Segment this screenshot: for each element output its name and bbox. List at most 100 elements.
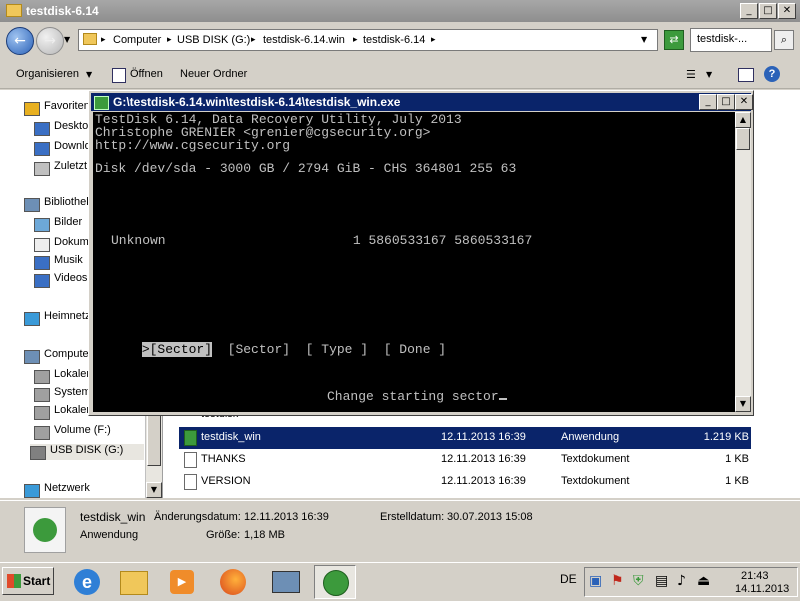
address-bar[interactable]: ▸ Computer ▸ USB DISK (G:) ▸ testdisk-6.… <box>78 29 658 51</box>
open-button[interactable]: Öffnen <box>130 68 163 80</box>
forward-button[interactable]: → <box>36 27 64 55</box>
file-size: 1 KB <box>725 475 749 487</box>
scroll-down-button[interactable]: ▼ <box>146 482 162 498</box>
file-row-testdisk-win[interactable]: testdisk_win 12.11.2013 16:39 Anwendung … <box>179 427 751 449</box>
nav-item[interactable]: Netzwerk <box>24 482 145 498</box>
address-dropdown-icon[interactable]: ▼ <box>641 35 647 44</box>
taskbar-explorer-button[interactable] <box>112 565 154 599</box>
shield-icon[interactable]: ⛨ <box>633 573 644 589</box>
console-menu: >[Sector] [Sector] [ Type ] [ Done ] <box>95 330 446 369</box>
search-placeholder: testdisk-... <box>697 33 748 45</box>
computer-network-icon <box>272 571 300 593</box>
documents-icon <box>34 238 50 252</box>
history-dropdown-icon[interactable]: ▼ <box>64 35 70 44</box>
chevron-down-icon[interactable]: ▼ <box>86 70 92 79</box>
network-icon <box>24 484 40 498</box>
clock-date[interactable]: 14.11.2013 <box>735 583 789 595</box>
file-size: 1 KB <box>725 453 749 465</box>
taskbar-firefox-button[interactable] <box>212 565 254 599</box>
chevron-right-icon[interactable]: ▸ <box>353 35 358 45</box>
minimize-button[interactable]: _ <box>740 3 758 19</box>
new-folder-button[interactable]: Neuer Ordner <box>180 68 247 80</box>
drive-icon <box>34 406 50 420</box>
chevron-right-icon[interactable]: ▸ <box>101 35 106 45</box>
chevron-right-icon[interactable]: ▸ <box>431 35 436 45</box>
menu-type[interactable]: [ Type ] <box>306 342 368 357</box>
maximize-button[interactable]: □ <box>759 3 777 19</box>
taskbar: Start e ▶ DE ▣ ⚑ ⛨ ▤ ♪ ⏏ 21:43 14.11.201… <box>0 562 800 601</box>
menu-sector[interactable]: [Sector] <box>228 342 290 357</box>
details-created: 30.07.2013 15:08 <box>447 511 533 523</box>
security-alert-icon[interactable]: ⚑ <box>611 573 624 589</box>
explorer-titlebar[interactable]: testdisk-6.14 _ □ ✕ <box>0 0 800 22</box>
scroll-up-button[interactable]: ▲ <box>735 112 751 128</box>
scroll-down-button[interactable]: ▼ <box>735 396 751 412</box>
organize-button[interactable]: Organisieren <box>16 68 79 80</box>
homegroup-icon <box>24 312 40 326</box>
help-icon[interactable]: ? <box>764 66 780 82</box>
chevron-down-icon[interactable]: ▼ <box>706 70 712 79</box>
nav-item-label: Volume (F:) <box>54 424 111 436</box>
file-date: 12.11.2013 16:39 <box>441 431 526 443</box>
console-maximize-button[interactable]: □ <box>717 94 735 110</box>
clock-time[interactable]: 21:43 <box>741 570 769 582</box>
search-icon[interactable]: ⌕ <box>774 30 794 50</box>
nav-item[interactable]: Volume (F:) <box>34 424 145 440</box>
breadcrumb-testdisk-win[interactable]: testdisk-6.14.win <box>263 34 345 46</box>
start-button[interactable]: Start <box>2 567 54 595</box>
usb-eject-icon[interactable]: ⏏ <box>697 573 710 589</box>
desktop-icon <box>34 122 50 136</box>
console-scrollbar[interactable]: ▲ ▼ <box>735 112 751 412</box>
volume-icon[interactable]: ♪ <box>677 573 686 589</box>
chevron-right-icon[interactable]: ▸ <box>251 35 256 45</box>
tray-app-icon[interactable]: ▣ <box>589 573 602 589</box>
text-file-icon <box>184 474 197 490</box>
file-name: VERSION <box>201 475 251 487</box>
console-titlebar[interactable]: G:\testdisk-6.14.win\testdisk-6.14\testd… <box>91 93 753 111</box>
scroll-thumb[interactable] <box>736 128 750 150</box>
drive-icon <box>34 426 50 440</box>
file-name: THANKS <box>201 453 246 465</box>
refresh-icon[interactable]: ⇄ <box>664 30 684 50</box>
file-name: testdisk_win <box>201 431 261 443</box>
network-tray-icon[interactable]: ▤ <box>655 573 668 589</box>
nav-item-label: Lokaler <box>54 404 91 416</box>
breadcrumb-computer[interactable]: Computer <box>113 34 161 46</box>
taskbar-network-button[interactable] <box>264 565 306 599</box>
details-file-name: testdisk_win <box>80 510 146 524</box>
file-row-thanks[interactable]: THANKS 12.11.2013 16:39 Textdokument 1 K… <box>179 449 751 471</box>
details-type: Anwendung <box>80 529 139 541</box>
console-disk-info: Disk /dev/sda - 3000 GB / 2794 GiB - CHS… <box>95 161 517 176</box>
menu-done[interactable]: [ Done ] <box>384 342 446 357</box>
open-icon <box>112 68 126 83</box>
details-size: 1,18 MB <box>244 529 285 541</box>
breadcrumb-usb-disk[interactable]: USB DISK (G:) <box>177 34 250 46</box>
search-input[interactable]: testdisk-... <box>690 28 772 52</box>
nav-item[interactable]: USB DISK (G:) <box>30 444 144 460</box>
usb-drive-icon <box>30 446 46 460</box>
nav-item-label: Bilder <box>54 216 83 228</box>
taskbar-mediaplayer-button[interactable]: ▶ <box>162 565 204 599</box>
console-close-button[interactable]: ✕ <box>735 94 753 110</box>
file-row-version[interactable]: VERSION 12.11.2013 16:39 Textdokument 1 … <box>179 471 751 493</box>
taskbar-testdisk-button[interactable] <box>314 565 356 599</box>
close-button[interactable]: ✕ <box>778 3 796 19</box>
pictures-icon <box>34 218 50 232</box>
folder-icon <box>120 571 148 595</box>
file-size: 1.219 KB <box>703 431 749 443</box>
nav-item-label: Videos <box>54 272 88 284</box>
breadcrumb-testdisk[interactable]: testdisk-6.14 <box>363 34 425 46</box>
file-type: Textdokument <box>561 475 630 487</box>
language-indicator[interactable]: DE <box>560 572 577 586</box>
nav-item-label: System <box>54 386 91 398</box>
chevron-right-icon[interactable]: ▸ <box>167 35 172 45</box>
menu-sector-selected[interactable]: >[Sector] <box>141 342 213 357</box>
taskbar-ie-button[interactable]: e <box>66 565 108 599</box>
view-options-icon[interactable]: ☰ <box>686 68 696 81</box>
preview-pane-icon[interactable] <box>738 68 754 82</box>
application-icon <box>24 507 66 553</box>
back-button[interactable]: ← <box>6 27 34 55</box>
console-minimize-button[interactable]: _ <box>699 94 717 110</box>
console-screen[interactable]: TestDisk 6.14, Data Recovery Utility, Ju… <box>93 112 735 412</box>
folder-icon <box>83 33 97 45</box>
